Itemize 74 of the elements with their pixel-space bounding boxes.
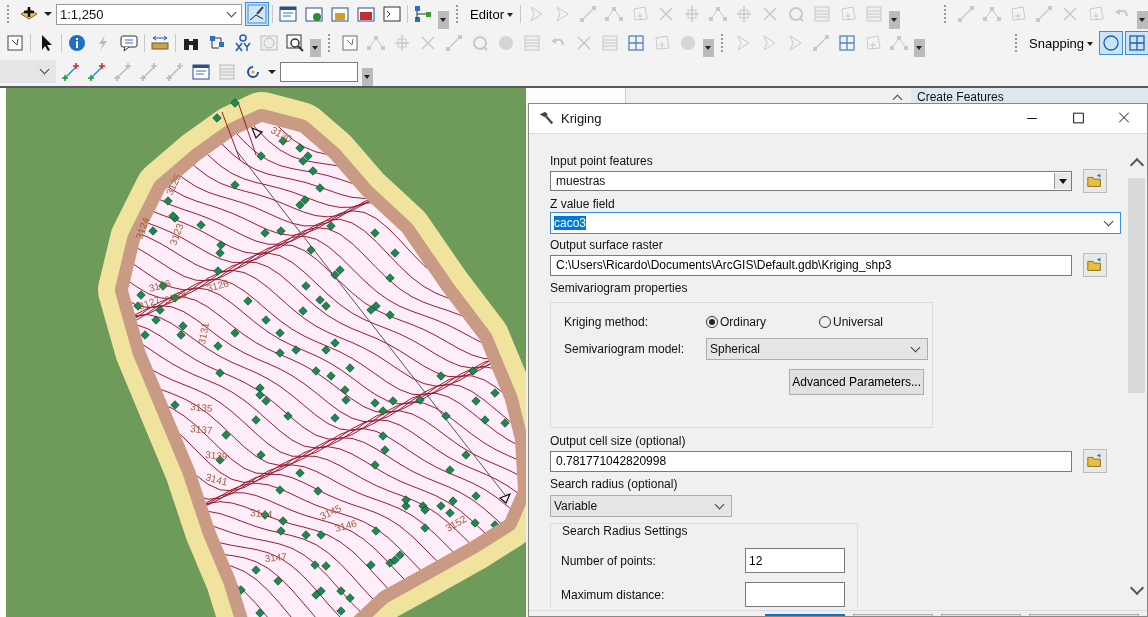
- panel-title: Create Features: [917, 90, 1004, 104]
- xy-icon[interactable]: [232, 32, 254, 54]
- zoom-window-icon[interactable]: [284, 32, 306, 54]
- contour-label: 3144: [249, 507, 273, 520]
- model-dropdown[interactable]: Spherical: [706, 338, 928, 360]
- field-label: Output surface raster: [550, 238, 664, 253]
- editor-menu[interactable]: Editor: [467, 4, 516, 24]
- field-label: Output cell size (optional): [550, 434, 687, 449]
- grid-icon[interactable]: [1126, 32, 1148, 54]
- field-label: Input point features: [550, 154, 654, 169]
- contour-label: 3131: [196, 321, 211, 346]
- input-field[interactable]: [745, 582, 845, 607]
- advanced-parameters-button[interactable]: Advanced Parameters...: [789, 369, 924, 395]
- contour-label: 3147: [264, 551, 288, 564]
- contour-label: 3125: [163, 172, 184, 197]
- contour-label: 3137: [189, 423, 213, 436]
- contour-label: 3152: [443, 513, 469, 534]
- contour-label: 3126: [205, 277, 230, 294]
- point-icon[interactable]: [138, 60, 160, 83]
- circle-icon[interactable]: [1100, 32, 1122, 54]
- grid-icon[interactable]: [625, 32, 647, 54]
- point-icon[interactable]: [112, 60, 134, 83]
- z-value-dropdown[interactable]: caco3: [550, 212, 1121, 234]
- overflow-icon[interactable]: [362, 68, 373, 86]
- radio-option[interactable]: Universal: [819, 315, 932, 329]
- folder-icon: [1086, 256, 1104, 274]
- window-title: Kriging: [561, 111, 602, 126]
- search-radius-dropdown[interactable]: Variable: [550, 495, 732, 517]
- grid-icon[interactable]: [836, 32, 858, 54]
- overflow-icon[interactable]: [703, 39, 714, 58]
- speech-bubble-icon[interactable]: [118, 32, 140, 54]
- field-label: Search radius (optional): [550, 477, 679, 492]
- overflow-icon[interactable]: [438, 10, 449, 29]
- contour-label: 3127: [136, 293, 162, 312]
- frame-icon[interactable]: [4, 32, 26, 54]
- overflow-icon[interactable]: [888, 10, 900, 29]
- contour-label: 3139: [204, 449, 228, 462]
- browse-folder-button[interactable]: [1083, 253, 1107, 277]
- input-features-dropdown[interactable]: muestras: [550, 171, 1072, 191]
- line-icon[interactable]: [810, 32, 832, 54]
- contour-label: 3126: [147, 277, 172, 294]
- contour-label: 3141: [204, 471, 229, 488]
- field-label: Z value field: [550, 197, 616, 212]
- table-icon[interactable]: [599, 32, 621, 54]
- field-label: Semivariogram model:: [564, 342, 686, 356]
- output-raster-field[interactable]: C:\Users\Ricardo\Documents\ArcGIS\Default.gdb\Kriging_shp3: [550, 254, 1072, 276]
- input-field[interactable]: 12: [745, 548, 845, 573]
- overflow-icon[interactable]: [914, 39, 925, 58]
- snapping-menu[interactable]: Snapping: [1026, 33, 1096, 53]
- info-icon[interactable]: [66, 32, 88, 54]
- radio-option[interactable]: Ordinary: [706, 315, 819, 329]
- add-point-icon[interactable]: [86, 60, 108, 83]
- field-label: Maximum distance:: [561, 587, 666, 602]
- contour-label: 3130: [269, 124, 294, 145]
- add-point-icon[interactable]: [60, 60, 82, 83]
- folder-icon: [1086, 172, 1104, 190]
- cell-size-field[interactable]: 0.781771042820998: [550, 450, 1072, 472]
- contour-label: 3135: [189, 401, 213, 414]
- field-label: Number of points:: [561, 553, 657, 568]
- field-label: Kriging method:: [564, 315, 650, 329]
- browse-folder-button[interactable]: [1083, 169, 1107, 193]
- overflow-icon[interactable]: [1137, 10, 1148, 29]
- contour-label: 3124: [133, 216, 152, 241]
- overflow-icon[interactable]: [310, 39, 321, 58]
- folder-icon: [1086, 452, 1104, 470]
- toolbar-input-field[interactable]: [280, 61, 358, 82]
- edit-vertices-icon[interactable]: [246, 3, 268, 26]
- contour-label: 3123: [167, 222, 186, 247]
- section-label: Semivariogram properties: [550, 281, 689, 296]
- frame-icon[interactable]: [339, 32, 361, 54]
- section-label: Search Radius Settings: [561, 524, 689, 539]
- browse-folder-button[interactable]: [1083, 449, 1107, 473]
- scale-combo[interactable]: 1:1,250: [56, 3, 242, 25]
- table-icon[interactable]: [521, 32, 543, 54]
